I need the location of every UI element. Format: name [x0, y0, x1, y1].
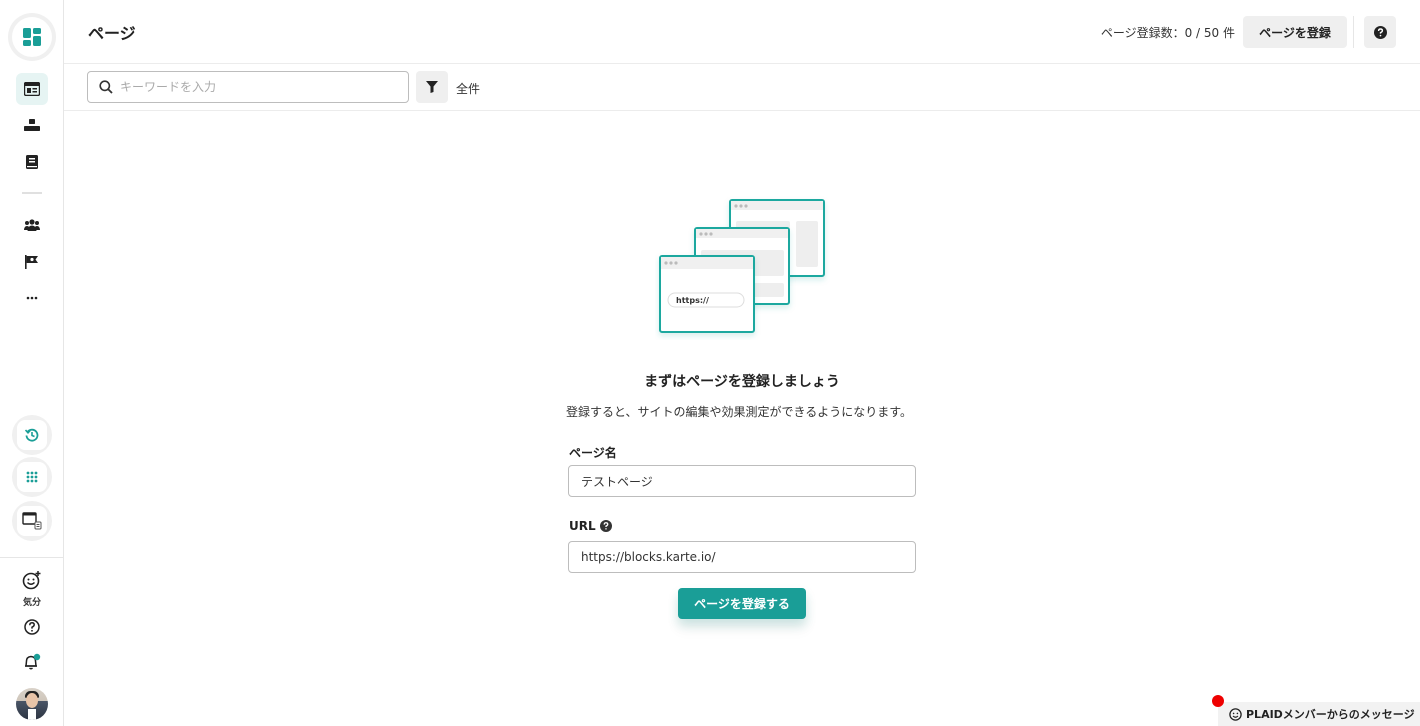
chat-notification-dot	[1212, 695, 1224, 707]
page-name-label-text: ページ名	[569, 446, 617, 460]
illustration-url-text: https://	[676, 296, 709, 305]
search-icon	[99, 80, 113, 94]
users-icon	[24, 219, 40, 231]
toolbar: 全件	[64, 64, 1420, 111]
page-count-text: ページ登録数：0 / 50 件	[1100, 26, 1235, 40]
page-layout-icon	[24, 82, 40, 96]
search-box	[87, 71, 409, 103]
history-button[interactable]	[12, 415, 52, 455]
apps-grid-icon	[26, 471, 38, 483]
history-icon	[25, 428, 39, 442]
window-copy-icon	[22, 512, 42, 530]
mood-button[interactable]: 気分	[12, 570, 52, 608]
user-avatar[interactable]	[16, 688, 48, 720]
sidebar-item-users[interactable]	[16, 209, 48, 241]
page-name-label: ページ名	[569, 444, 617, 461]
page-title: ページ	[88, 24, 136, 43]
sidebar-bottom-divider	[0, 557, 63, 558]
filter-label: 全件	[456, 82, 481, 96]
apps-button[interactable]	[12, 457, 52, 497]
help-button[interactable]	[1364, 16, 1396, 48]
smiley-icon	[1229, 707, 1242, 721]
filter-icon	[426, 81, 438, 93]
question-icon	[1373, 25, 1387, 39]
chat-widget[interactable]: PLAIDメンバーからのメッセージ	[1218, 702, 1420, 726]
browser-windows-illustration: https://	[659, 199, 825, 333]
url-help-icon[interactable]	[599, 520, 612, 532]
chat-label: PLAIDメンバーからのメッセージ	[1246, 708, 1415, 721]
notifications-button[interactable]	[16, 646, 48, 678]
sidebar-item-pages[interactable]	[16, 73, 48, 105]
url-label: URL	[569, 519, 612, 533]
url-label-text: URL	[569, 519, 596, 533]
window-switcher-button[interactable]	[12, 501, 52, 541]
sidebar: 気分	[0, 0, 64, 726]
sidebar-item-more[interactable]	[16, 282, 48, 314]
page-name-input[interactable]	[568, 465, 916, 497]
search-input[interactable]	[120, 72, 400, 102]
submit-register-page-button[interactable]: ページを登録する	[678, 588, 806, 619]
bell-icon	[25, 653, 41, 670]
sidebar-item-blocks[interactable]	[16, 110, 48, 142]
book-icon	[26, 155, 38, 169]
smiley-plus-icon	[22, 571, 41, 590]
empty-state-description: 登録すると、サイトの編集や効果測定ができるようになります。	[565, 405, 913, 419]
more-dots-icon	[26, 296, 38, 300]
header-separator	[1353, 16, 1354, 48]
sidebar-item-library[interactable]	[16, 146, 48, 178]
register-page-button[interactable]: ページを登録	[1243, 16, 1347, 48]
url-input[interactable]	[568, 541, 916, 573]
dashboard-grid-icon	[23, 28, 41, 46]
page-header: ページ ページ登録数：0 / 50 件 ページを登録	[64, 0, 1420, 64]
help-circle-icon	[24, 619, 40, 635]
empty-state-title: まずはページを登録しましょう	[644, 374, 840, 390]
filter-button[interactable]	[416, 71, 448, 103]
mood-label: 気分	[22, 598, 41, 608]
sidebar-item-goals[interactable]	[16, 246, 48, 278]
flag-icon	[25, 255, 38, 269]
blocks-stack-icon	[24, 119, 40, 131]
sidebar-divider	[22, 192, 42, 194]
help-sidebar-button[interactable]	[16, 611, 48, 643]
app-logo[interactable]	[8, 13, 56, 61]
